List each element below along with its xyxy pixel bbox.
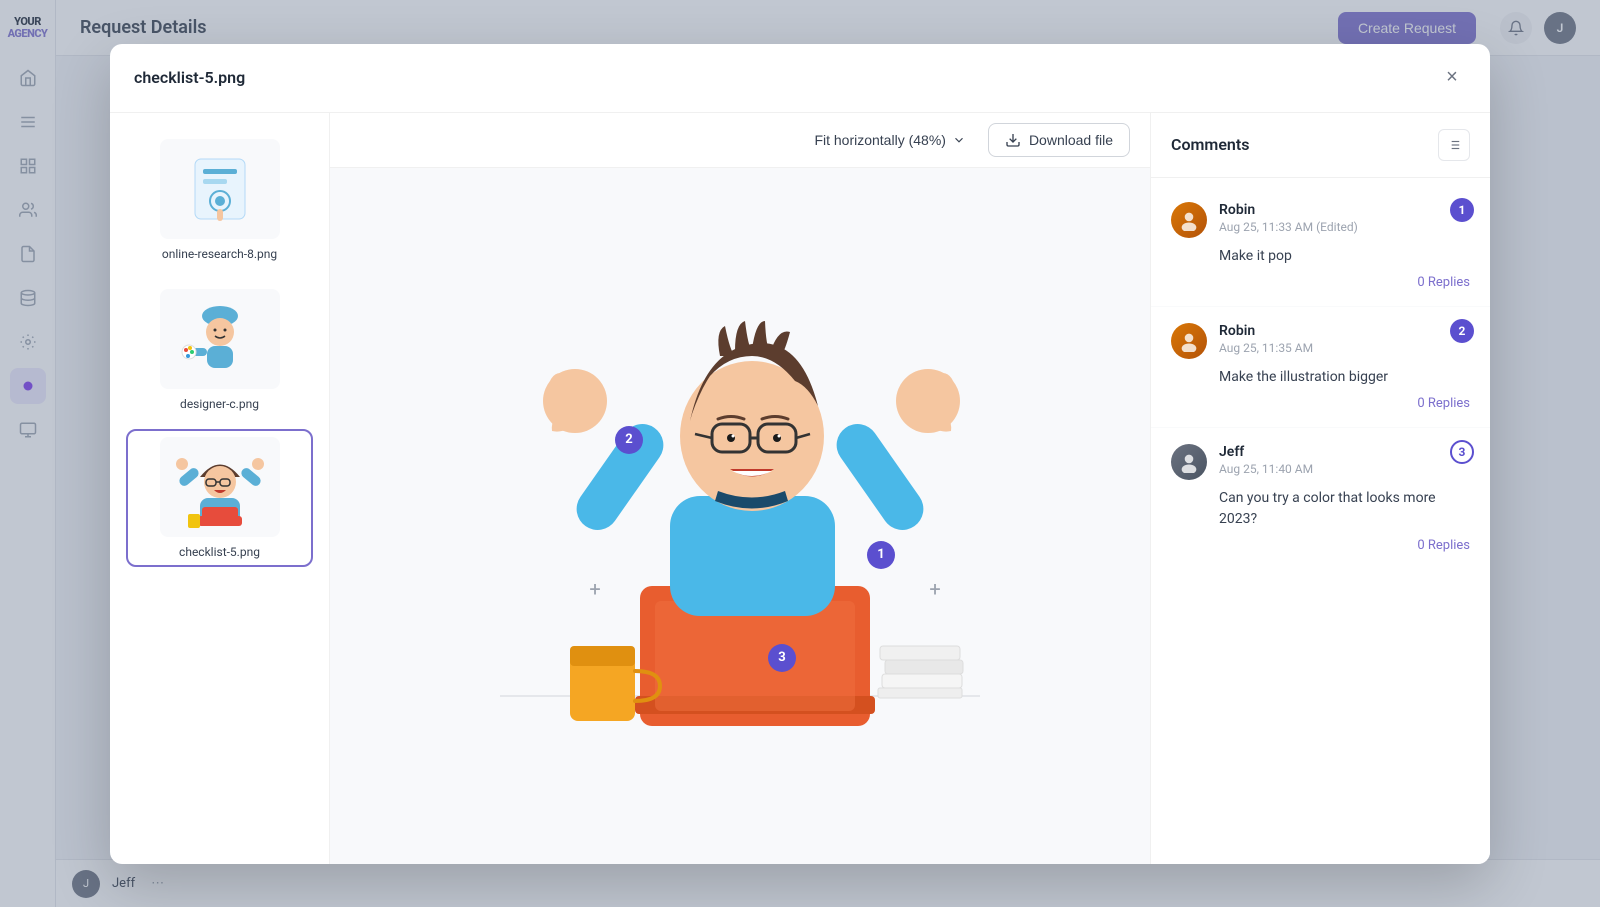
fit-dropdown-button[interactable]: Fit horizontally (48%) [804, 126, 976, 154]
modal-title: checklist-5.png [134, 68, 245, 87]
comment-meta-2: Robin Aug 25, 11:35 AM [1219, 323, 1313, 355]
preview-panel: Fit horizontally (48%) Download file [330, 113, 1150, 864]
file-name-2: designer-c.png [180, 397, 259, 411]
file-item-1[interactable]: online-research-8.png [126, 129, 313, 271]
avatar-3 [1171, 444, 1207, 480]
replies-link-2[interactable]: 0 Replies [1219, 396, 1470, 411]
cross-marker-1: + [585, 579, 605, 599]
comment-body-1: Make it pop [1219, 246, 1470, 267]
comments-title: Comments [1171, 135, 1249, 154]
comment-author-1: Robin [1219, 202, 1358, 218]
comment-author-3: Jeff [1219, 444, 1313, 460]
file-item-2[interactable]: designer-c.png [126, 279, 313, 421]
preview-area: 2 1 3 + + [330, 168, 1150, 864]
fit-label: Fit horizontally (48%) [814, 132, 946, 148]
comment-time-2: Aug 25, 11:35 AM [1219, 341, 1313, 355]
illustration-container: 2 1 3 + + [440, 256, 1040, 776]
comment-item-2: Robin Aug 25, 11:35 AM Make the illustra… [1151, 306, 1490, 427]
comment-top-3: Jeff Aug 25, 11:40 AM [1171, 444, 1470, 480]
comments-panel: Comments [1150, 113, 1490, 864]
close-button[interactable]: × [1438, 64, 1466, 92]
file-name-3: checklist-5.png [179, 545, 260, 559]
comment-badge-2: 2 [1450, 319, 1474, 343]
comment-item-3: Jeff Aug 25, 11:40 AM Can you try a colo… [1151, 427, 1490, 569]
file-thumb-3 [160, 437, 280, 537]
preview-toolbar: Fit horizontally (48%) Download file [330, 113, 1150, 168]
main-illustration [440, 256, 1040, 776]
comment-time-3: Aug 25, 11:40 AM [1219, 462, 1313, 476]
file-thumb-2 [160, 289, 280, 389]
download-label: Download file [1029, 132, 1113, 148]
replies-link-1[interactable]: 0 Replies [1219, 275, 1470, 290]
comment-top-1: Robin Aug 25, 11:33 AM (Edited) [1171, 202, 1470, 238]
replies-link-3[interactable]: 0 Replies [1219, 538, 1470, 553]
comments-list: Robin Aug 25, 11:33 AM (Edited) Make it … [1151, 178, 1490, 864]
annotation-dot-3[interactable]: 3 [768, 644, 796, 672]
edited-label-1: (Edited) [1316, 220, 1358, 234]
filter-button[interactable] [1438, 129, 1470, 161]
annotation-dot-2[interactable]: 2 [615, 426, 643, 454]
comment-body-3: Can you try a color that looks more 2023… [1219, 488, 1470, 530]
modal: checklist-5.png × [110, 44, 1490, 864]
comment-time-1: Aug 25, 11:33 AM (Edited) [1219, 220, 1358, 234]
file-list-panel: online-research-8.png [110, 113, 330, 864]
comment-item-1: Robin Aug 25, 11:33 AM (Edited) Make it … [1151, 186, 1490, 306]
annotation-dot-1[interactable]: 1 [867, 541, 895, 569]
file-item-3[interactable]: checklist-5.png [126, 429, 313, 567]
comment-author-2: Robin [1219, 323, 1313, 339]
comments-header: Comments [1151, 113, 1490, 178]
modal-body: online-research-8.png [110, 113, 1490, 864]
comment-body-2: Make the illustration bigger [1219, 367, 1470, 388]
modal-header: checklist-5.png × [110, 44, 1490, 113]
file-name-1: online-research-8.png [162, 247, 277, 261]
cross-marker-2: + [925, 579, 945, 599]
filter-icon [1447, 138, 1461, 152]
file-thumb-1 [160, 139, 280, 239]
avatar-1 [1171, 202, 1207, 238]
avatar-2 [1171, 323, 1207, 359]
comment-badge-3: 3 [1450, 440, 1474, 464]
modal-overlay: checklist-5.png × [0, 0, 1600, 907]
download-icon [1005, 132, 1021, 148]
comment-meta-3: Jeff Aug 25, 11:40 AM [1219, 444, 1313, 476]
comment-top-2: Robin Aug 25, 11:35 AM [1171, 323, 1470, 359]
download-button[interactable]: Download file [988, 123, 1130, 157]
comment-meta-1: Robin Aug 25, 11:33 AM (Edited) [1219, 202, 1358, 234]
comment-badge-1: 1 [1450, 198, 1474, 222]
